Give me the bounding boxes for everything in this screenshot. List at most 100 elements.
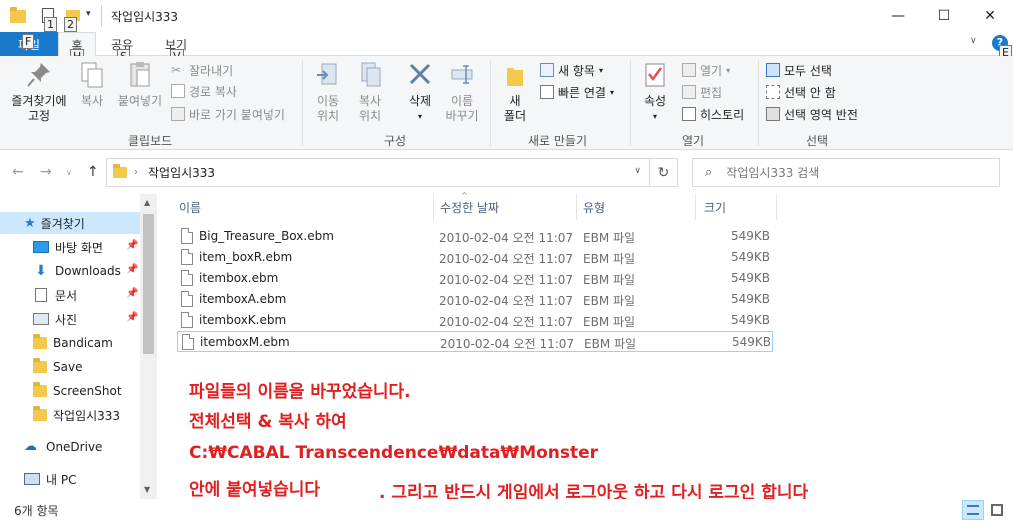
invert-selection-button[interactable]: 선택 영역 반전 xyxy=(766,104,858,124)
copy-path-icon xyxy=(171,84,185,98)
file-name: itembox.ebm xyxy=(199,271,279,285)
column-divider[interactable] xyxy=(433,194,434,220)
folder-icon xyxy=(33,358,47,373)
keytip-1: 1 xyxy=(44,17,57,32)
new-item-button[interactable]: 새 항목 ▾ xyxy=(540,60,603,80)
nav-item-downloads[interactable]: ⬇ Downloads xyxy=(33,260,121,282)
cut-label: 잘라내기 xyxy=(189,63,234,78)
new-folder-button[interactable]: 새 폴더 xyxy=(496,60,534,124)
column-header-modified[interactable]: 수정한 날짜 xyxy=(440,194,499,220)
column-header-type[interactable]: 유형 xyxy=(583,194,605,220)
close-button[interactable]: ✕ xyxy=(967,0,1013,32)
table-row[interactable]: Big_Treasure_Box.ebm 2010-02-04 오전 11:07… xyxy=(177,226,773,247)
copy-icon xyxy=(81,62,103,88)
nav-item-screenshot[interactable]: ScreenShot xyxy=(33,380,122,402)
table-row[interactable]: itemboxM.ebm 2010-02-04 오전 11:07 EBM 파일 … xyxy=(177,331,773,352)
nav-item-temp-folder[interactable]: 작업임시333 xyxy=(33,404,120,426)
copy-to-icon xyxy=(361,62,381,87)
copy-to-button[interactable]: 복사 위치 xyxy=(350,60,390,124)
search-box[interactable]: ⌕ 작업임시333 검색 xyxy=(692,158,1000,187)
open-button[interactable]: 열기 ▾ xyxy=(682,60,730,80)
rename-icon xyxy=(451,65,473,84)
file-icon xyxy=(181,270,193,286)
column-divider[interactable] xyxy=(776,194,777,220)
up-arrow-icon[interactable]: ↑ xyxy=(87,164,99,180)
table-row[interactable]: itemboxK.ebm 2010-02-04 오전 11:07 EBM 파일 … xyxy=(177,310,773,331)
folder-icon xyxy=(33,334,47,349)
minimize-button[interactable]: — xyxy=(875,0,921,32)
nav-scrollbar[interactable]: ▲ ▼ xyxy=(140,194,157,499)
select-none-button[interactable]: 선택 안 함 xyxy=(766,82,836,102)
paste-shortcut-button[interactable]: 바로 가기 붙여넣기 xyxy=(171,104,285,124)
nav-item-this-pc[interactable]: 내 PC xyxy=(24,468,76,490)
nav-item-save[interactable]: Save xyxy=(33,356,82,378)
delete-x-icon xyxy=(409,63,431,85)
move-to-button[interactable]: 이동 위치 xyxy=(310,60,346,124)
pin-icon[interactable]: 📌 xyxy=(126,312,138,323)
refresh-icon[interactable]: ↻ xyxy=(650,158,678,187)
file-size: 549KB xyxy=(730,271,770,285)
file-size: 549KB xyxy=(731,335,771,349)
column-header-name[interactable]: 이름 xyxy=(179,194,201,220)
delete-button[interactable]: 삭제 ▾ xyxy=(398,60,442,124)
nav-item-bandicam[interactable]: Bandicam xyxy=(33,332,113,354)
nav-item-label: 문서 xyxy=(55,288,78,303)
forward-arrow-icon[interactable]: → xyxy=(40,164,52,180)
move-to-label-1: 이동 xyxy=(316,94,340,108)
maximize-button[interactable]: ☐ xyxy=(921,0,967,32)
scroll-down-arrow-icon[interactable]: ▼ xyxy=(144,485,150,494)
column-divider[interactable] xyxy=(695,194,696,220)
column-header-size[interactable]: 크기 xyxy=(704,194,726,220)
breadcrumb-chevron-icon[interactable]: › xyxy=(134,167,138,178)
properties-button[interactable]: 속성 ▾ xyxy=(636,60,674,124)
back-arrow-icon[interactable]: ← xyxy=(12,164,24,180)
copy-path-button[interactable]: 경로 복사 xyxy=(171,81,237,101)
large-icons-view-button[interactable] xyxy=(986,500,1008,520)
nav-item-documents[interactable]: 문서 xyxy=(33,284,77,306)
folder-icon xyxy=(10,6,26,23)
copy-button[interactable]: 복사 xyxy=(74,60,110,109)
nav-this-pc-label: 내 PC xyxy=(46,472,77,487)
scroll-up-arrow-icon[interactable]: ▲ xyxy=(144,198,150,207)
pin-icon[interactable]: 📌 xyxy=(126,240,138,251)
file-name: itemboxA.ebm xyxy=(199,292,287,306)
paste-button[interactable]: 붙여넣기 xyxy=(114,60,166,109)
address-bar[interactable]: › 작업임시333 ∨ xyxy=(106,158,650,187)
file-modified: 2010-02-04 오전 11:07 xyxy=(439,273,574,287)
organize-group-label: 구성 xyxy=(384,134,407,148)
table-row[interactable]: itembox.ebm 2010-02-04 오전 11:07 EBM 파일 5… xyxy=(177,268,773,289)
pin-icon[interactable]: 📌 xyxy=(126,264,138,275)
nav-item-onedrive[interactable]: ☁ OneDrive xyxy=(24,436,102,458)
scissors-icon: ✂ xyxy=(171,63,182,77)
annotation-line-2: 전체선택 & 복사 하여 xyxy=(189,412,347,432)
column-divider[interactable] xyxy=(576,194,577,220)
nav-item-desktop[interactable]: 바탕 화면 xyxy=(33,236,103,258)
select-all-button[interactable]: 모두 선택 xyxy=(766,60,832,80)
title-divider xyxy=(101,6,102,26)
easy-access-button[interactable]: 빠른 연결 ▾ xyxy=(540,82,614,102)
pin-to-quick-access-button[interactable]: 즐겨찾기에 고정 xyxy=(6,60,72,124)
table-row[interactable]: item_boxR.ebm 2010-02-04 오전 11:07 EBM 파일… xyxy=(177,247,773,268)
pin-icon xyxy=(27,63,50,87)
new-item-label: 새 항목 xyxy=(558,63,595,78)
select-all-icon xyxy=(766,63,780,77)
breadcrumb-current[interactable]: 작업임시333 xyxy=(148,164,215,181)
rename-button[interactable]: 이름 바꾸기 xyxy=(442,60,482,124)
history-button[interactable]: 히스토리 xyxy=(682,104,744,124)
customize-qa-chevron-icon[interactable]: ▾ xyxy=(86,9,91,19)
search-icon: ⌕ xyxy=(705,165,713,180)
recent-locations-chevron-icon[interactable]: ∨ xyxy=(66,168,72,177)
open-icon xyxy=(682,63,696,77)
details-view-button[interactable] xyxy=(962,500,984,520)
ribbon-collapse-chevron-icon[interactable]: ∨ xyxy=(970,36,977,46)
cut-button[interactable]: ✂ 잘라내기 xyxy=(171,60,233,80)
nav-item-quick-access[interactable]: ★ 즐겨찾기 xyxy=(0,212,140,234)
address-dropdown-chevron-icon[interactable]: ∨ xyxy=(634,166,641,176)
edit-button[interactable]: 편집 xyxy=(682,82,722,102)
invert-selection-icon xyxy=(766,107,780,121)
pin-icon[interactable]: 📌 xyxy=(126,288,138,299)
scrollbar-thumb[interactable] xyxy=(143,214,154,354)
table-row[interactable]: itemboxA.ebm 2010-02-04 오전 11:07 EBM 파일 … xyxy=(177,289,773,310)
move-to-icon xyxy=(317,63,337,85)
nav-item-pictures[interactable]: 사진 xyxy=(33,308,77,330)
